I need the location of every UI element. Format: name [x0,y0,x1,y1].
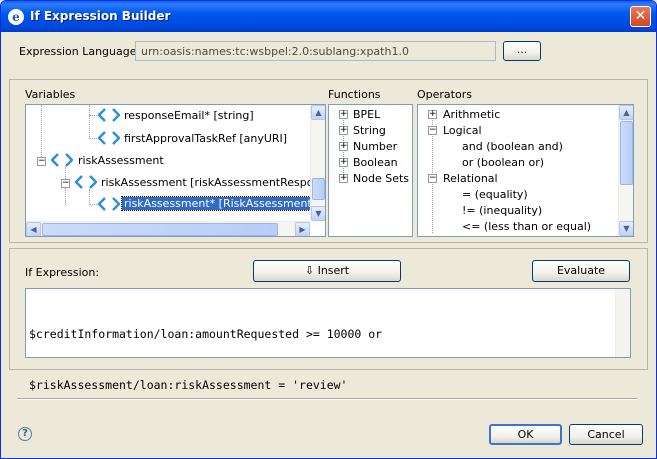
scroll-down-button[interactable]: ▼ [311,206,325,221]
function-item-number[interactable]: Number [353,140,397,153]
ok-button[interactable]: OK [489,424,562,445]
tree-line [89,105,90,139]
function-item-boolean[interactable]: Boolean [353,156,398,169]
help-icon[interactable]: ? [18,427,32,441]
operator-group-logical[interactable]: Logical [443,124,482,137]
variable-diamond-icon [75,175,97,189]
expand-toggle[interactable]: + [339,142,348,151]
expression-text[interactable]: $creditInformation/loan:amountRequested … [29,292,612,428]
scroll-down-button[interactable]: ▼ [619,221,633,236]
operators-vertical-scrollbar[interactable]: ▲ ▼ [618,105,633,236]
scroll-thumb[interactable] [620,121,633,185]
tree-item-label: responseEmail* [string] [124,109,254,122]
operators-tree[interactable]: + Arithmetic − Logical and (boolean and)… [417,104,634,237]
expand-toggle[interactable]: + [339,126,348,135]
variables-vertical-scrollbar[interactable]: ▲ ▼ [310,105,325,221]
collapse-toggle[interactable]: − [428,174,437,183]
expression-vertical-scrollbar[interactable] [615,289,630,357]
operator-item-less-equal[interactable]: <= (less than or equal) [462,220,591,233]
expand-toggle[interactable]: + [339,174,348,183]
tree-line [41,105,42,157]
cancel-button[interactable]: Cancel [569,424,643,445]
variables-horizontal-scrollbar[interactable]: ◀ ▶ [26,221,310,236]
eclipse-app-icon: e [8,9,24,25]
operators-header: Operators [417,88,472,101]
expression-language-label: Expression Language: [19,45,141,58]
tree-item-label: riskAssessment [riskAssessmentResponse] [101,176,326,189]
variable-diamond-icon [51,153,73,167]
insert-button[interactable]: ⇩ Insert [253,260,401,282]
scroll-thumb[interactable] [312,178,325,200]
scroll-up-button[interactable]: ▲ [619,105,633,120]
expand-toggle[interactable]: + [428,110,437,119]
variables-tree[interactable]: responseEmail* [string] firstApprovalTas… [25,104,326,237]
operator-item-and[interactable]: and (boolean and) [462,140,563,153]
operator-group-arithmetic[interactable]: Arithmetic [443,108,500,121]
collapse-toggle[interactable]: − [428,126,437,135]
functions-tree[interactable]: + BPEL + String + Number + Boolean + Nod… [328,104,413,237]
close-button[interactable]: ✕ [630,6,651,27]
evaluate-button[interactable]: Evaluate [532,260,630,282]
operator-item-inequality[interactable]: != (inequality) [462,204,542,217]
expand-toggle[interactable]: + [339,110,348,119]
dialog-content: Expression Language: urn:oasis:names:tc:… [4,32,653,456]
collapse-toggle[interactable]: − [61,179,70,188]
collapse-toggle[interactable]: − [37,157,46,166]
if-expression-label: If Expression: [25,266,100,279]
tree-item-label: riskAssessment [78,154,164,167]
expression-line: $riskAssessment/loan:riskAssessment = 'r… [29,378,348,392]
tree-item-label: firstApprovalTaskRef [anyURI] [124,132,288,145]
operator-item-equality[interactable]: = (equality) [462,188,528,201]
function-item-node-sets[interactable]: Node Sets [353,172,409,185]
tree-item-label: riskAssessment* [RiskAssessment] [120,196,320,211]
scroll-thumb[interactable] [42,223,278,236]
variable-diamond-icon [98,197,120,211]
expand-toggle[interactable]: + [339,158,348,167]
if-expression-editor[interactable]: $creditInformation/loan:amountRequested … [25,288,631,392]
operator-item-or[interactable]: or (boolean or) [462,156,544,169]
variable-diamond-icon [98,131,120,145]
title-bar[interactable]: e If Expression Builder ✕ [1,1,656,32]
expression-line: $creditInformation/loan:amountRequested … [29,327,383,341]
window-title: If Expression Builder [30,9,171,23]
variables-header: Variables [25,88,76,101]
dialog-window: e If Expression Builder ✕ Expression Lan… [0,0,657,459]
scroll-up-button[interactable]: ▲ [311,105,325,120]
tree-line [89,189,90,205]
function-item-string[interactable]: String [353,124,386,137]
browse-language-button[interactable]: ... [503,41,541,61]
expression-language-field[interactable]: urn:oasis:names:tc:wsbpel:2.0:sublang:xp… [135,41,496,61]
scroll-left-button[interactable]: ◀ [26,222,41,236]
variable-diamond-icon [98,108,120,122]
functions-header: Functions [328,88,381,101]
footer-separator [17,398,637,400]
operator-group-relational[interactable]: Relational [443,172,498,185]
function-item-bpel[interactable]: BPEL [353,108,380,121]
scroll-right-button[interactable]: ▶ [295,222,310,236]
